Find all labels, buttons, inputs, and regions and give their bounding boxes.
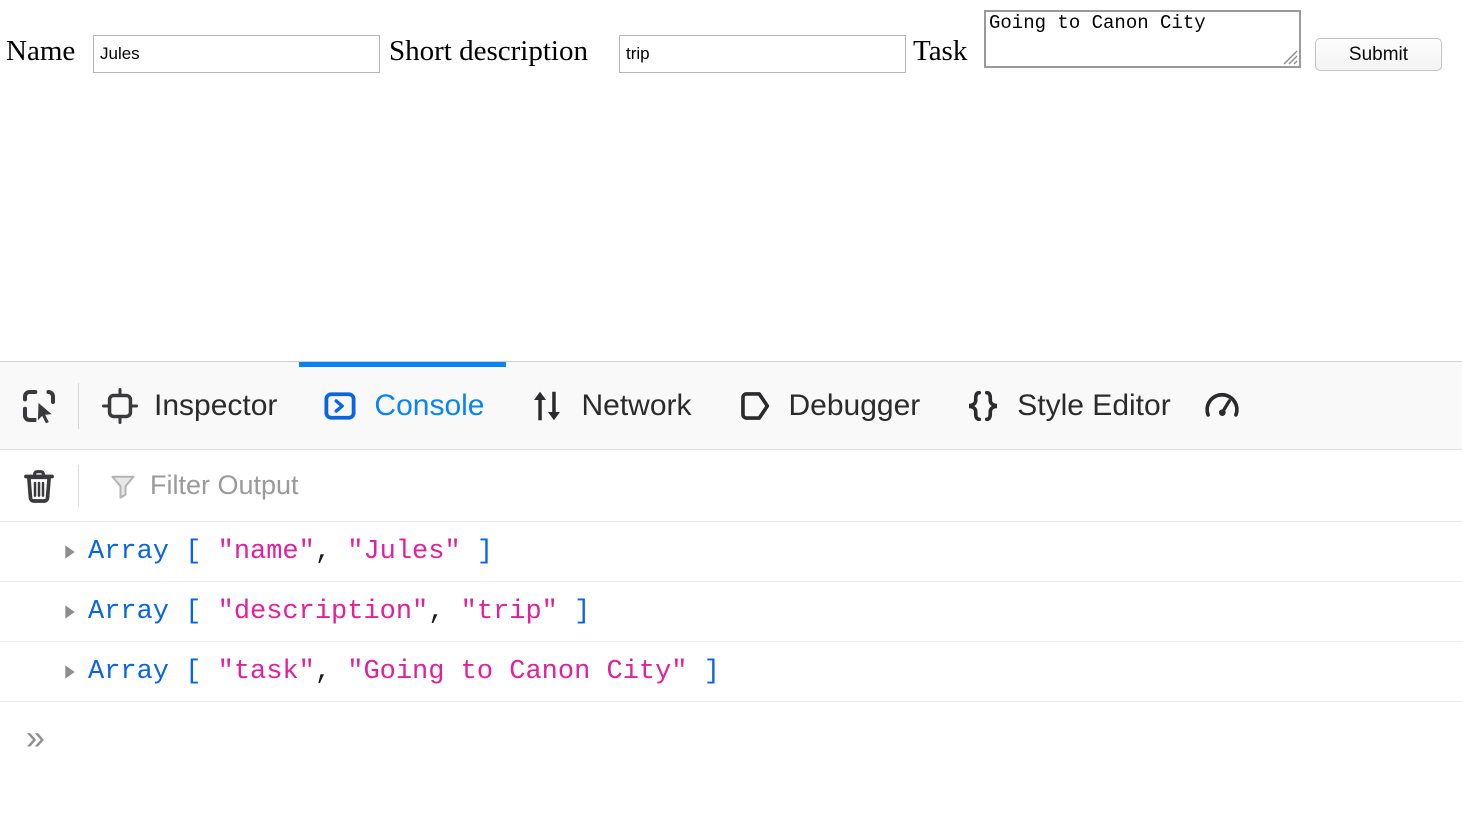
clear-console-button[interactable] [0,450,78,522]
console-row[interactable]: Array [ "description", "trip" ] [0,582,1462,642]
console-bracket-close: ] [703,656,720,687]
devtools-panel: Inspector Console Network Debugger Style… [0,361,1462,826]
console-array-key: "description" [217,596,429,627]
collapsed-triangle-icon[interactable] [62,604,78,620]
inspector-target-icon [101,387,139,425]
console-chevron-box-icon [321,387,359,425]
tab-style-editor-label: Style Editor [1017,388,1171,422]
console-array-value: "trip" [460,596,558,627]
element-picker-button[interactable] [0,362,78,450]
console-bracket-close: ] [574,596,591,627]
console-array-value: "Going to Canon City" [347,656,688,687]
task-textarea[interactable]: Going to Canon City [984,10,1301,68]
devtools-toolbar: Inspector Console Network Debugger Style… [0,361,1462,450]
submit-button[interactable]: Submit [1315,38,1442,71]
collapsed-triangle-icon[interactable] [62,664,78,680]
style-editor-braces-icon [964,387,1002,425]
task-form: Name Short description Task Going to Can… [0,0,1462,90]
console-comma: , [314,656,332,687]
tab-network-label: Network [581,388,692,422]
tab-style-editor[interactable]: Style Editor [942,362,1192,450]
page-content-area: Name Short description Task Going to Can… [0,0,1462,361]
console-filter-bar [0,450,1462,522]
tab-debugger[interactable]: Debugger [714,362,943,450]
console-comma: , [428,596,445,627]
console-bracket-open: [ [185,656,202,687]
task-textarea-wrapper: Going to Canon City [984,10,1301,68]
network-arrows-icon [528,387,566,425]
tab-performance[interactable] [1193,362,1266,450]
console-value-type: Array [88,596,170,627]
tab-console-label: Console [374,388,485,422]
performance-gauge-icon [1203,387,1241,425]
filter-input[interactable] [150,470,650,501]
console-output-list: Array [ "name", "Jules" ] Array [ "descr… [0,522,1462,774]
console-value-type: Array [88,536,170,567]
console-row[interactable]: Array [ "name", "Jules" ] [0,522,1462,582]
console-comma: , [314,536,332,567]
short-description-label: Short description [389,35,588,67]
console-input-prompt[interactable]: » [0,702,1462,774]
console-row[interactable]: Array [ "task", "Going to Canon City" ] [0,642,1462,702]
short-description-input[interactable] [619,35,906,73]
name-label: Name [6,35,76,67]
filter-bar-divider [78,464,79,507]
console-array-key: "name" [217,536,315,567]
trash-icon [24,469,54,503]
console-array-key: "task" [217,656,315,687]
tab-debugger-label: Debugger [788,388,921,422]
debugger-tag-icon [736,387,774,425]
tab-network[interactable]: Network [506,362,713,450]
element-picker-icon [22,389,56,425]
filter-field[interactable] [108,450,1462,522]
tab-console[interactable]: Console [299,361,507,450]
console-bracket-close: ] [476,536,494,567]
funnel-icon [108,471,138,501]
name-input[interactable] [93,35,380,73]
console-bracket-open: [ [185,536,202,567]
double-chevron-icon: » [26,719,45,757]
console-array-value: "Jules" [347,536,461,567]
console-value-type: Array [88,656,170,687]
collapsed-triangle-icon[interactable] [62,544,78,560]
tab-inspector-label: Inspector [154,388,278,422]
task-label: Task [913,35,968,67]
console-bracket-open: [ [185,596,202,627]
tab-inspector[interactable]: Inspector [79,362,299,450]
